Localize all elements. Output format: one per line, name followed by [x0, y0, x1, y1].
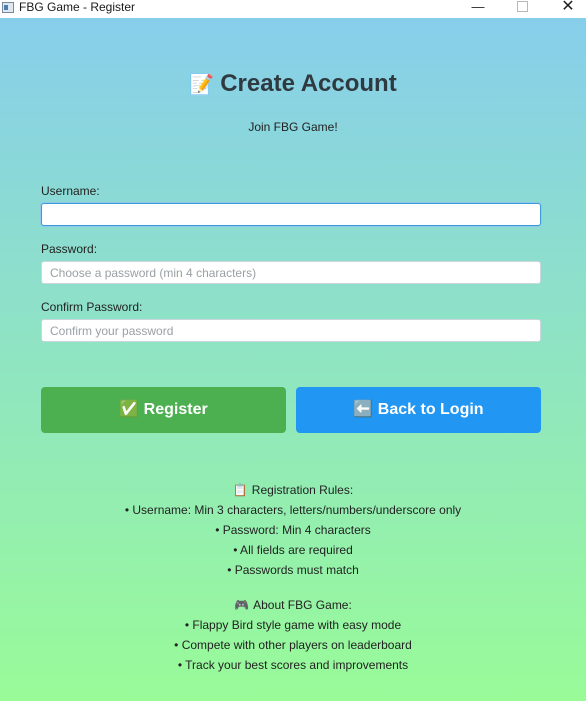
username-input[interactable]: [41, 203, 541, 226]
rules-item: • Username: Min 3 characters, letters/nu…: [124, 503, 462, 517]
about-item: • Track your best scores and improvement…: [177, 658, 409, 672]
rules-title: Registration Rules:: [251, 483, 354, 497]
minimize-button[interactable]: —: [455, 0, 501, 18]
rules-heading: 📋 Registration Rules:: [0, 483, 586, 497]
page-title: 📝 Create Account: [0, 70, 586, 98]
rules-item: • All fields are required: [233, 543, 353, 557]
confirm-password-input[interactable]: [41, 319, 541, 342]
username-label: Username:: [41, 184, 100, 198]
window-titlebar: FBG Game - Register — ✕: [0, 0, 586, 18]
about-item: • Flappy Bird style game with easy mode: [184, 618, 402, 632]
rules-item: • Passwords must match: [227, 563, 359, 577]
about-item: • Compete with other players on leaderbo…: [174, 638, 412, 652]
game-controller-icon: 🎮: [234, 598, 250, 612]
password-label: Password:: [41, 242, 98, 256]
maximize-icon: [516, 1, 528, 12]
clipboard-icon: 📋: [232, 483, 248, 497]
page-title-text: Create Account: [220, 70, 397, 97]
app-window-icon: [2, 2, 14, 13]
back-to-login-button[interactable]: ⬅️ Back to Login: [296, 387, 541, 433]
register-button[interactable]: ✅ Register: [41, 387, 286, 433]
register-panel: 📝 Create Account Join FBG Game! Username:…: [0, 18, 586, 701]
confirm-password-label: Confirm Password:: [41, 300, 143, 314]
about-heading: 🎮 About FBG Game:: [0, 598, 586, 612]
password-input[interactable]: [41, 261, 541, 284]
close-button[interactable]: ✕: [545, 0, 586, 18]
about-title: About FBG Game:: [253, 598, 352, 612]
window-title: FBG Game - Register: [19, 0, 136, 14]
page-subtitle: Join FBG Game!: [248, 120, 338, 134]
rules-item: • Password: Min 4 characters: [215, 523, 371, 537]
memo-icon: 📝: [189, 74, 215, 96]
maximize-button[interactable]: [499, 0, 545, 18]
